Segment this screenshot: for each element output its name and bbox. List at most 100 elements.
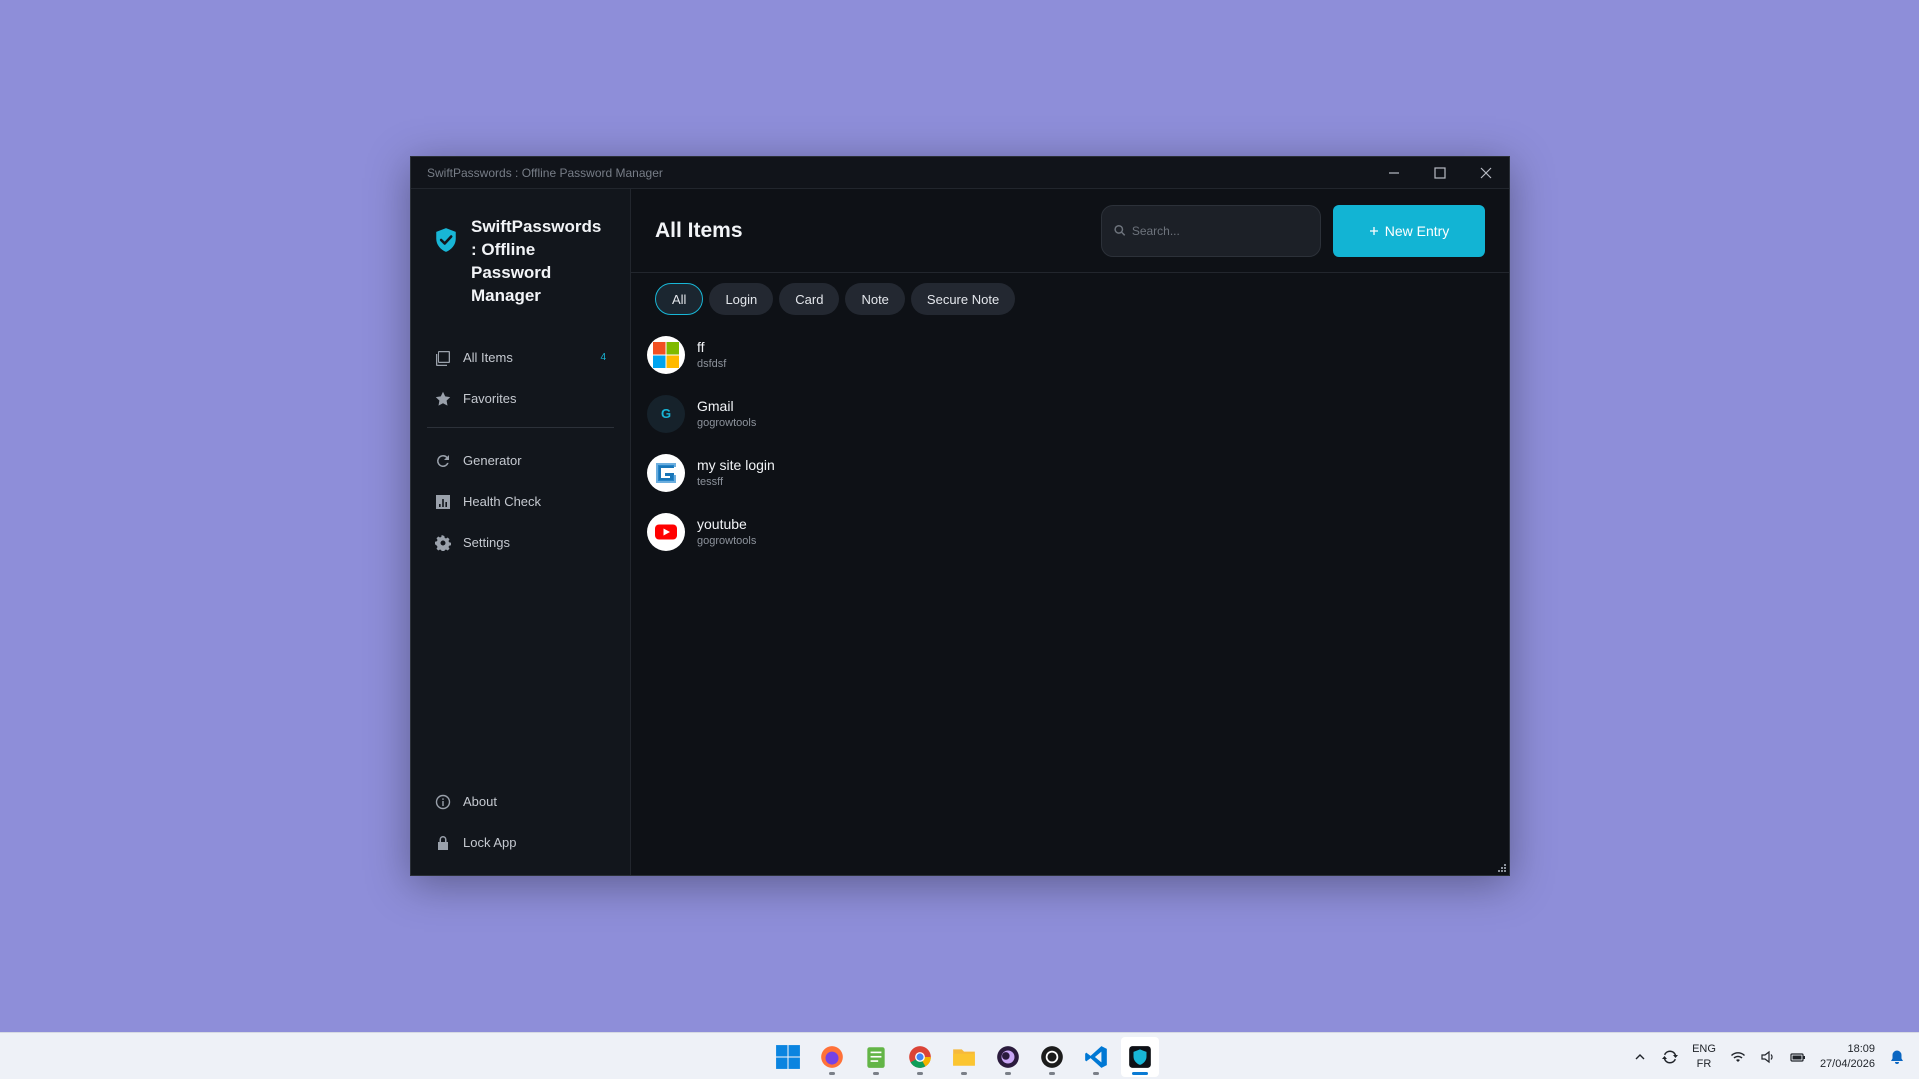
- entry-list: ff dsfdsf G Gmail gogrowtools my site lo…: [631, 315, 1509, 571]
- taskbar-app-chrome[interactable]: [901, 1037, 939, 1077]
- filter-login[interactable]: Login: [709, 283, 774, 315]
- maximize-button[interactable]: [1417, 157, 1463, 188]
- avatar: [647, 335, 685, 374]
- system-tray: ENG FR 18:09 27/04/2026: [1632, 1033, 1919, 1079]
- sidebar-item-label: About: [463, 794, 497, 809]
- language-indicator[interactable]: ENG FR: [1692, 1042, 1716, 1072]
- taskbar-app-vscode[interactable]: [1077, 1037, 1115, 1077]
- taskbar-app-purple[interactable]: [989, 1037, 1027, 1077]
- sidebar-item-health-check[interactable]: Health Check: [427, 481, 614, 522]
- app-ring-icon: [1041, 1045, 1063, 1068]
- taskbar-app-swiftpasswords[interactable]: [1121, 1036, 1159, 1077]
- notification-bell-icon[interactable]: [1889, 1049, 1905, 1065]
- entry-title: ff: [697, 339, 705, 355]
- stack-icon: [436, 350, 450, 366]
- sidebar: SwiftPasswords : Offline Password Manage…: [411, 189, 631, 875]
- taskbar-app-dark[interactable]: [1033, 1037, 1071, 1077]
- filter-card[interactable]: Card: [779, 283, 840, 315]
- app-circle-icon: [997, 1045, 1019, 1068]
- entry-username: tessff: [697, 476, 724, 488]
- volume-icon[interactable]: [1760, 1049, 1776, 1065]
- maximize-icon: [1434, 166, 1446, 179]
- title-bar[interactable]: SwiftPasswords : Offline Password Manage…: [411, 157, 1509, 189]
- entry-username: gogrowtools: [697, 417, 757, 429]
- lang-secondary: FR: [1696, 1057, 1712, 1070]
- count-badge: 4: [600, 352, 606, 363]
- filter-secure-note[interactable]: Secure Note: [910, 283, 1016, 315]
- chevron-up-icon[interactable]: [1632, 1049, 1648, 1065]
- list-item[interactable]: youtube gogrowtools: [647, 502, 1493, 561]
- lock-icon: [438, 835, 448, 850]
- sidebar-item-settings[interactable]: Settings: [427, 522, 614, 563]
- g-logo-icon: [656, 462, 676, 483]
- sidebar-item-label: Lock App: [463, 835, 517, 850]
- sidebar-item-label: Health Check: [463, 494, 542, 509]
- list-item[interactable]: ff dsfdsf: [647, 325, 1493, 384]
- battery-icon[interactable]: [1790, 1049, 1806, 1065]
- window-controls: [1371, 157, 1509, 188]
- sidebar-item-about[interactable]: About: [427, 781, 614, 822]
- app-window: SwiftPasswords : Offline Password Manage…: [410, 156, 1510, 876]
- sidebar-item-lock-app[interactable]: Lock App: [427, 822, 614, 863]
- entry-title: my site login: [697, 457, 775, 473]
- sidebar-divider: [427, 427, 614, 428]
- minimize-icon: [1389, 171, 1399, 174]
- clock[interactable]: 18:09 27/04/2026: [1820, 1042, 1875, 1072]
- clock-time: 18:09: [1847, 1042, 1875, 1055]
- resize-grip-icon[interactable]: [1495, 861, 1507, 873]
- refresh-icon: [437, 454, 449, 467]
- new-entry-button[interactable]: New Entry: [1333, 204, 1485, 257]
- vscode-icon: [1085, 1045, 1107, 1068]
- filter-chips: All Login Card Note Secure Note: [631, 273, 1509, 315]
- start-button[interactable]: [769, 1037, 807, 1077]
- folder-icon: [953, 1048, 975, 1066]
- notepad-icon: [867, 1046, 885, 1068]
- search-icon: [1114, 224, 1126, 236]
- avatar: [647, 512, 685, 551]
- main-panel: All Items New Entry All Login Card Note …: [631, 189, 1509, 875]
- sidebar-item-label: Settings: [463, 535, 510, 550]
- sidebar-item-label: All Items: [463, 350, 513, 365]
- taskbar-app-firefox[interactable]: [813, 1037, 851, 1077]
- chart-icon: [436, 494, 450, 509]
- list-item[interactable]: my site login tessff: [647, 443, 1493, 502]
- brand-title: SwiftPasswords : Offline Password Manage…: [471, 217, 602, 305]
- star-icon: [435, 391, 451, 406]
- entry-title: Gmail: [697, 398, 734, 414]
- taskbar: ENG FR 18:09 27/04/2026: [0, 1032, 1919, 1079]
- entry-title: youtube: [697, 516, 747, 532]
- filter-all[interactable]: All: [655, 283, 704, 315]
- wifi-icon[interactable]: [1730, 1049, 1746, 1065]
- avatar: [647, 453, 685, 492]
- sidebar-item-generator[interactable]: Generator: [427, 440, 614, 481]
- sidebar-item-all-items[interactable]: All Items 4: [427, 337, 614, 378]
- filter-note[interactable]: Note: [845, 283, 905, 315]
- sidebar-bottom: About Lock App: [427, 781, 614, 875]
- firefox-icon: [821, 1045, 843, 1068]
- search-input[interactable]: [1131, 223, 1308, 238]
- main-header: All Items New Entry: [631, 189, 1509, 273]
- plus-icon: [1369, 226, 1378, 235]
- shield-check-icon: [436, 228, 456, 252]
- youtube-logo-icon: [655, 524, 677, 539]
- sync-icon[interactable]: [1662, 1049, 1679, 1065]
- microsoft-logo-icon: [653, 341, 679, 368]
- gear-icon: [435, 534, 451, 551]
- taskbar-app-file-explorer[interactable]: [945, 1037, 983, 1077]
- page-title: All Items: [655, 218, 743, 242]
- window-title: SwiftPasswords : Offline Password Manage…: [427, 165, 663, 180]
- list-item[interactable]: G Gmail gogrowtools: [647, 384, 1493, 443]
- minimize-button[interactable]: [1371, 157, 1417, 188]
- taskbar-apps: [769, 1033, 1159, 1079]
- sidebar-item-favorites[interactable]: Favorites: [427, 378, 614, 419]
- close-button[interactable]: [1463, 157, 1509, 188]
- search-box[interactable]: [1101, 204, 1321, 257]
- taskbar-app-notepad[interactable]: [857, 1037, 895, 1077]
- sidebar-item-label: Generator: [463, 453, 522, 468]
- new-entry-label: New Entry: [1384, 222, 1450, 239]
- windows-logo-icon: [776, 1044, 800, 1069]
- chrome-icon: [909, 1045, 931, 1068]
- close-icon: [1480, 167, 1492, 178]
- info-icon: [435, 794, 451, 809]
- brand: SwiftPasswords : Offline Password Manage…: [411, 189, 614, 337]
